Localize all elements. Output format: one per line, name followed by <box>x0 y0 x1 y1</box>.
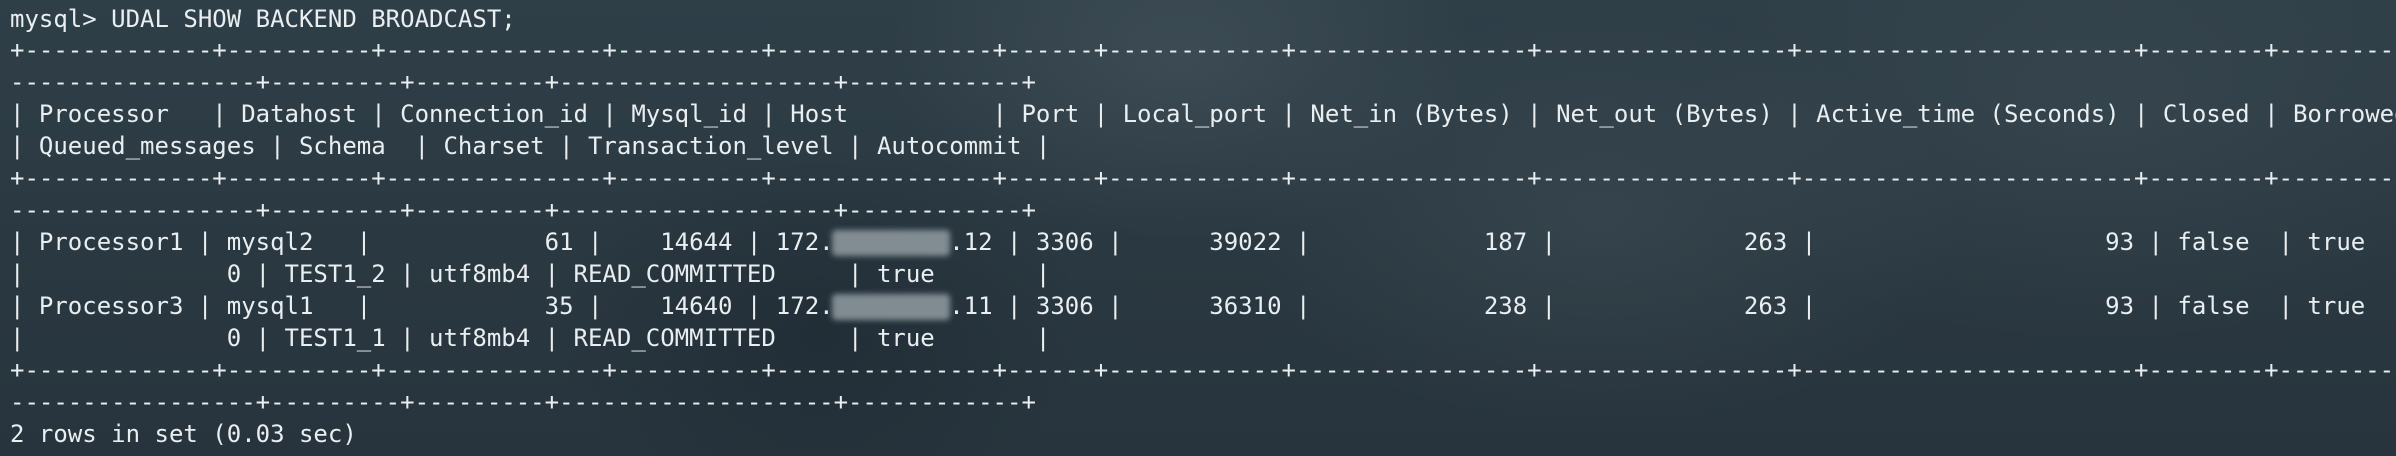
terminal-window[interactable]: mysql> UDAL SHOW BACKEND BROADCAST; +---… <box>0 0 2396 456</box>
table-header-divider-wrap: -----------------+---------+---------+--… <box>10 196 1036 224</box>
table-header-divider: +-------------+----------+--------------… <box>10 164 2396 192</box>
redacted-host-mask <box>832 230 950 256</box>
table-border-bottom: +-------------+----------+--------------… <box>10 356 2396 384</box>
table-row: | Processor3 | mysql1 | 35 | 14640 | 172… <box>10 292 2366 320</box>
table-row-wrap: | 0 | TEST1_2 | utf8mb4 | READ_COMMITTED… <box>10 260 1051 288</box>
command-line: mysql> UDAL SHOW BACKEND BROADCAST; <box>10 5 516 33</box>
table-border-top: +-------------+----------+--------------… <box>10 36 2396 64</box>
redacted-host-mask <box>832 294 950 320</box>
table-header-row-wrap: | Queued_messages | Schema | Charset | T… <box>10 132 1051 160</box>
table-header-row: | Processor | Datahost | Connection_id |… <box>10 100 2396 128</box>
result-summary: 2 rows in set (0.03 sec) <box>10 420 357 448</box>
table-border-top-wrap: -----------------+---------+---------+--… <box>10 68 1036 96</box>
table-row: | Processor1 | mysql2 | 61 | 14644 | 172… <box>10 228 2366 256</box>
table-row-wrap: | 0 | TEST1_1 | utf8mb4 | READ_COMMITTED… <box>10 324 1051 352</box>
table-border-bottom-wrap: -----------------+---------+---------+--… <box>10 388 1036 416</box>
terminal-output: mysql> UDAL SHOW BACKEND BROADCAST; +---… <box>0 0 2396 456</box>
